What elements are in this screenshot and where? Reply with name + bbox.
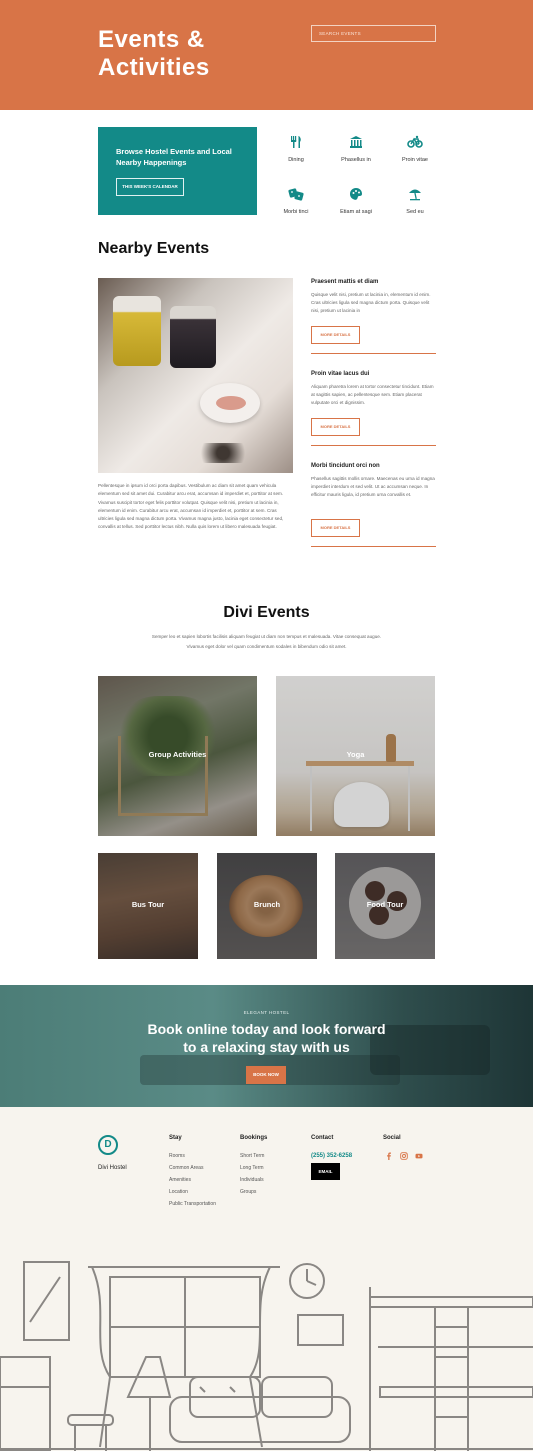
divi-events-description: Semper leo et sapien lobortis facilisis … (151, 634, 382, 649)
room-illustration (0, 1261, 533, 1451)
tile-bus-tour[interactable]: Bus Tour (98, 853, 198, 959)
book-now-button[interactable]: BOOK NOW (246, 1066, 286, 1084)
footer-link[interactable]: Common Areas (169, 1165, 203, 1171)
tile-brunch[interactable]: Brunch (217, 853, 317, 959)
category-label: Dining (288, 157, 304, 163)
category-label: Phasellus in (341, 157, 371, 163)
tile-yoga[interactable]: Yoga (276, 676, 435, 836)
footer-link[interactable]: Long Term (240, 1165, 264, 1171)
category-proin[interactable]: Proin vitae (385, 135, 445, 163)
fork-knife-icon (291, 136, 301, 148)
cta-title: Book online today and look forward to a … (0, 1020, 533, 1056)
category-label: Proin vitae (402, 157, 428, 163)
more-details-button[interactable]: MORE DETAILS (311, 326, 360, 344)
event-title: Proin vitae lacus dui (311, 371, 370, 377)
event-title: Praesent mattis et diam (311, 279, 379, 285)
divider (311, 546, 436, 547)
footer-link[interactable]: Rooms (169, 1153, 185, 1159)
footer-heading-social: Social (383, 1135, 401, 1141)
dice-icon (288, 188, 304, 201)
tile-label: Food Tour (366, 900, 404, 909)
hero-header: Events & Activities SEARCH EVENTS (0, 0, 533, 110)
facebook-icon[interactable] (385, 1152, 393, 1160)
tile-label: Yoga (346, 750, 365, 759)
booking-cta-banner: ELEGANT HOSTEL Book online today and loo… (0, 985, 533, 1107)
nearby-events-heading: Nearby Events (98, 240, 210, 257)
event-item: Proin vitae lacus dui Aliquam pharetra l… (311, 371, 436, 446)
instagram-icon[interactable] (400, 1152, 408, 1160)
search-events-input[interactable]: SEARCH EVENTS (311, 25, 436, 42)
footer-link[interactable]: Public Transportation (169, 1201, 216, 1207)
palette-icon (350, 188, 362, 200)
bicycle-icon (407, 135, 423, 148)
more-details-button[interactable]: MORE DETAILS (311, 519, 360, 537)
cta-title-line: to a relaxing stay with us (183, 1039, 350, 1055)
footer-link[interactable]: Amenities (169, 1177, 191, 1183)
category-label: Etiam at sagi (340, 209, 372, 215)
divi-events-heading: Divi Events (223, 604, 310, 621)
beach-umbrella-icon (409, 189, 421, 201)
category-morbi[interactable]: Morbi tinci (266, 187, 326, 215)
event-description: Aliquam pharetra lorem at tortor consect… (311, 384, 434, 406)
nearby-events-photo (98, 278, 293, 473)
more-details-button[interactable]: MORE DETAILS (311, 418, 360, 436)
footer-link[interactable]: Short Term (240, 1153, 264, 1159)
tile-label: Bus Tour (131, 900, 165, 909)
browse-events-box: Browse Hostel Events and Local Nearby Ha… (98, 127, 257, 215)
category-label: Morbi tinci (283, 209, 309, 215)
cta-kicker: ELEGANT HOSTEL (243, 1010, 290, 1015)
footer-heading-stay: Stay (169, 1135, 182, 1141)
email-button[interactable]: EMAIL (311, 1163, 340, 1180)
weekly-calendar-button[interactable]: THIS WEEK'S CALENDAR (116, 178, 184, 196)
divider (311, 353, 436, 354)
tile-label: Brunch (253, 900, 281, 909)
category-label: Sed eu (406, 209, 424, 215)
cta-title-line: Book online today and look forward (147, 1021, 386, 1037)
phone-link[interactable]: (255) 352-6258 (311, 1153, 352, 1159)
category-dining[interactable]: Dining (266, 135, 326, 163)
category-phasellus[interactable]: Phasellus in (326, 135, 386, 163)
youtube-icon[interactable] (415, 1152, 423, 1160)
footer-brand: Divi Hostel (98, 1165, 127, 1171)
divider (311, 445, 436, 446)
category-sed[interactable]: Sed eu (385, 187, 445, 215)
footer-link[interactable]: Individuals (240, 1177, 264, 1183)
footer-heading-contact: Contact (311, 1135, 334, 1141)
footer-link[interactable]: Groups (240, 1189, 256, 1195)
browse-title: Browse Hostel Events and Local Nearby Ha… (116, 147, 232, 167)
tile-group-activities[interactable]: Group Activities (98, 676, 257, 836)
event-item: Morbi tincidunt orci non Phasellus sagit… (311, 463, 436, 547)
footer-heading-bookings: Bookings (240, 1135, 268, 1141)
tile-label: Group Activities (148, 750, 207, 759)
page-title: Events & Activities (98, 26, 210, 81)
footer-link[interactable]: Location (169, 1189, 188, 1195)
event-description: Quisque velit nisi, pretium ut lacinia i… (311, 292, 431, 314)
footer: D Divi Hostel Stay Rooms Common Areas Am… (0, 1107, 533, 1451)
event-item: Praesent mattis et diam Quisque velit ni… (311, 279, 436, 354)
tile-food-tour[interactable]: Food Tour (335, 853, 435, 959)
event-description: Phasellus sagittis mollis ornare. Maecen… (311, 476, 435, 498)
category-etiam[interactable]: Etiam at sagi (326, 187, 386, 215)
museum-icon (350, 136, 362, 148)
nearby-events-body: Pellentesque in ipsum id orci porta dapi… (98, 483, 284, 530)
logo-icon[interactable]: D (98, 1135, 118, 1155)
event-title: Morbi tincidunt orci non (311, 463, 380, 469)
